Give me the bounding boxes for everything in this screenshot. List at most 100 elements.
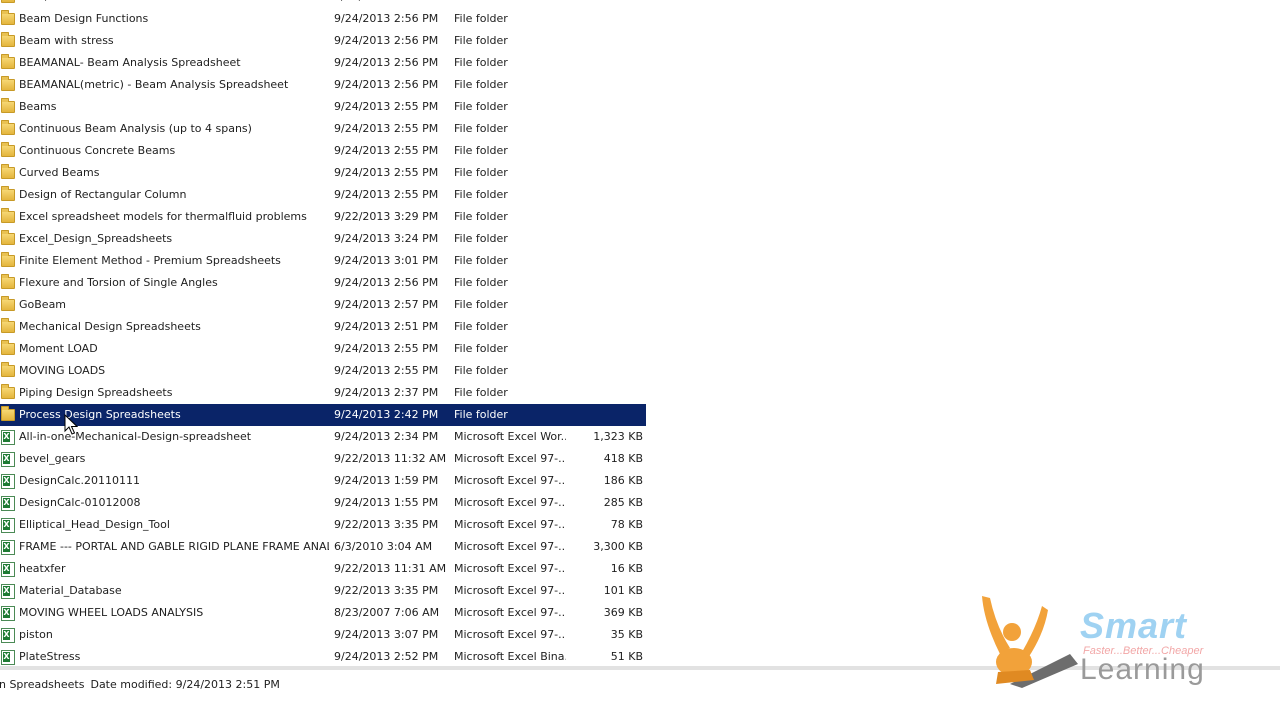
file-type: File folder	[454, 56, 508, 69]
file-row[interactable]: BEAMANAL- Beam Analysis Spreadsheet 9/24…	[0, 52, 646, 74]
file-date-modified: 9/24/2013 1:55 PM	[334, 496, 439, 509]
folder-icon	[0, 74, 16, 96]
file-name: DesignCalc-01012008	[19, 496, 141, 509]
file-row[interactable]: Elliptical_Head_Design_Tool 9/22/2013 3:…	[0, 514, 646, 536]
file-name: Beams	[19, 100, 57, 113]
file-name: Mechanical Design Spreadsheets	[19, 320, 201, 333]
file-row[interactable]: bevel_gears 9/22/2013 11:32 AM Microsoft…	[0, 448, 646, 470]
file-size: 35 KB	[610, 628, 643, 641]
file-row[interactable]: Continuous Beam Analysis (up to 4 spans)…	[0, 118, 646, 140]
file-size: 3,300 KB	[593, 540, 643, 553]
excel-file-icon	[0, 426, 16, 448]
file-row[interactable]: Curved Beams 9/24/2013 2:55 PM File fold…	[0, 162, 646, 184]
file-row[interactable]: FRAME --- PORTAL AND GABLE RIGID PLANE F…	[0, 536, 646, 558]
file-date-modified: 9/22/2013 11:31 AM	[334, 562, 447, 575]
file-date-modified: 9/24/2013 2:51 PM	[334, 320, 439, 333]
file-row[interactable]: Beams 9/24/2013 2:55 PM File folder	[0, 96, 646, 118]
file-name: Material_Database	[19, 584, 122, 597]
folder-icon	[0, 250, 16, 272]
file-size: 1,323 KB	[593, 430, 643, 443]
file-row[interactable]: heatxfer 9/22/2013 11:31 AM Microsoft Ex…	[0, 558, 646, 580]
file-type: Microsoft Excel 97-...	[454, 584, 566, 597]
file-row[interactable]: piston 9/24/2013 3:07 PM Microsoft Excel…	[0, 624, 646, 646]
file-name: Elliptical_Head_Design_Tool	[19, 518, 170, 531]
file-type: File folder	[454, 144, 508, 157]
file-row[interactable]: ANSI/AISC 360 TABULAR DESIGN 9/24/2013 2…	[0, 0, 646, 8]
file-type: Microsoft Excel 97-...	[454, 452, 566, 465]
file-row[interactable]: MOVING WHEEL LOADS ANALYSIS 8/23/2007 7:…	[0, 602, 646, 624]
file-row[interactable]: MOVING LOADS 9/24/2013 2:55 PM File fold…	[0, 360, 646, 382]
folder-icon	[0, 382, 16, 404]
file-date-modified: 9/24/2013 2:55 PM	[334, 188, 439, 201]
folder-icon	[0, 404, 16, 426]
file-row[interactable]: Moment LOAD 9/24/2013 2:55 PM File folde…	[0, 338, 646, 360]
file-name: BEAMANAL- Beam Analysis Spreadsheet	[19, 56, 241, 69]
file-name: PlateStress	[19, 650, 81, 663]
file-name: Moment LOAD	[19, 342, 98, 355]
file-size: 285 KB	[603, 496, 643, 509]
file-date-modified: 9/24/2013 2:55 PM	[334, 122, 439, 135]
file-type: File folder	[454, 122, 508, 135]
folder-icon	[0, 272, 16, 294]
file-name: Design of Rectangular Column	[19, 188, 187, 201]
file-row[interactable]: Continuous Concrete Beams 9/24/2013 2:55…	[0, 140, 646, 162]
file-name: bevel_gears	[19, 452, 86, 465]
file-date-modified: 6/3/2010 3:04 AM	[334, 540, 433, 553]
file-name: Beam with stress	[19, 34, 114, 47]
file-type: File folder	[454, 320, 508, 333]
file-row[interactable]: Process Design Spreadsheets 9/24/2013 2:…	[0, 404, 646, 426]
folder-icon	[0, 162, 16, 184]
file-row[interactable]: Excel_Design_Spreadsheets 9/24/2013 3:24…	[0, 228, 646, 250]
file-type: File folder	[454, 188, 508, 201]
file-row[interactable]: Mechanical Design Spreadsheets 9/24/2013…	[0, 316, 646, 338]
file-type: Microsoft Excel 97-...	[454, 474, 566, 487]
file-type: File folder	[454, 342, 508, 355]
file-row[interactable]: Beam with stress 9/24/2013 2:56 PM File …	[0, 30, 646, 52]
file-type: File folder	[454, 78, 508, 91]
file-date-modified: 9/24/2013 3:07 PM	[334, 628, 439, 641]
file-size: 101 KB	[603, 584, 643, 597]
file-row[interactable]: Beam Design Functions 9/24/2013 2:56 PM …	[0, 8, 646, 30]
details-item-name: gn Spreadsheets	[0, 678, 85, 691]
file-row[interactable]: PlateStress 9/24/2013 2:52 PM Microsoft …	[0, 646, 646, 668]
excel-file-icon	[0, 536, 16, 558]
file-date-modified: 9/24/2013 2:42 PM	[334, 408, 439, 421]
file-row[interactable]: Material_Database 9/22/2013 3:35 PM Micr…	[0, 580, 646, 602]
file-row[interactable]: DesignCalc-01012008 9/24/2013 1:55 PM Mi…	[0, 492, 646, 514]
file-row[interactable]: Piping Design Spreadsheets 9/24/2013 2:3…	[0, 382, 646, 404]
excel-file-icon	[0, 580, 16, 602]
file-date-modified: 9/22/2013 3:35 PM	[334, 584, 439, 597]
file-date-modified: 9/24/2013 2:56 PM	[334, 78, 439, 91]
excel-file-icon	[0, 602, 16, 624]
file-type: Microsoft Excel Bina...	[454, 650, 566, 663]
file-type: File folder	[454, 364, 508, 377]
folder-icon	[0, 118, 16, 140]
file-date-modified: 9/24/2013 2:55 PM	[334, 144, 439, 157]
file-row[interactable]: DesignCalc.20110111 9/24/2013 1:59 PM Mi…	[0, 470, 646, 492]
file-row[interactable]: Finite Element Method - Premium Spreadsh…	[0, 250, 646, 272]
excel-file-icon	[0, 470, 16, 492]
file-type: File folder	[454, 254, 508, 267]
file-list: ANSI/AISC 360 TABULAR DESIGN 9/24/2013 2…	[0, 0, 1280, 668]
file-row[interactable]: All-in-one-Mechanical-Design-spreadsheet…	[0, 426, 646, 448]
file-row[interactable]: Design of Rectangular Column 9/24/2013 2…	[0, 184, 646, 206]
folder-icon	[0, 338, 16, 360]
file-date-modified: 9/24/2013 3:24 PM	[334, 232, 439, 245]
folder-icon	[0, 8, 16, 30]
file-date-modified: 9/24/2013 2:34 PM	[334, 430, 439, 443]
file-name: FRAME --- PORTAL AND GABLE RIGID PLANE F…	[19, 540, 329, 553]
file-row[interactable]: GoBeam 9/24/2013 2:57 PM File folder	[0, 294, 646, 316]
file-row[interactable]: Flexure and Torsion of Single Angles 9/2…	[0, 272, 646, 294]
file-name: MOVING WHEEL LOADS ANALYSIS	[19, 606, 204, 619]
file-type: Microsoft Excel Wor...	[454, 430, 566, 443]
file-name: GoBeam	[19, 298, 67, 311]
file-row[interactable]: BEAMANAL(metric) - Beam Analysis Spreads…	[0, 74, 646, 96]
file-type: File folder	[454, 0, 566, 8]
file-date-modified: 9/24/2013 2:56 PM	[334, 56, 439, 69]
file-name: Piping Design Spreadsheets	[19, 386, 173, 399]
file-type: File folder	[454, 298, 508, 311]
excel-file-icon	[0, 558, 16, 580]
file-date-modified: 9/24/2013 2:52 PM	[334, 650, 439, 663]
file-row[interactable]: Excel spreadsheet models for thermalflui…	[0, 206, 646, 228]
excel-file-icon	[0, 514, 16, 536]
